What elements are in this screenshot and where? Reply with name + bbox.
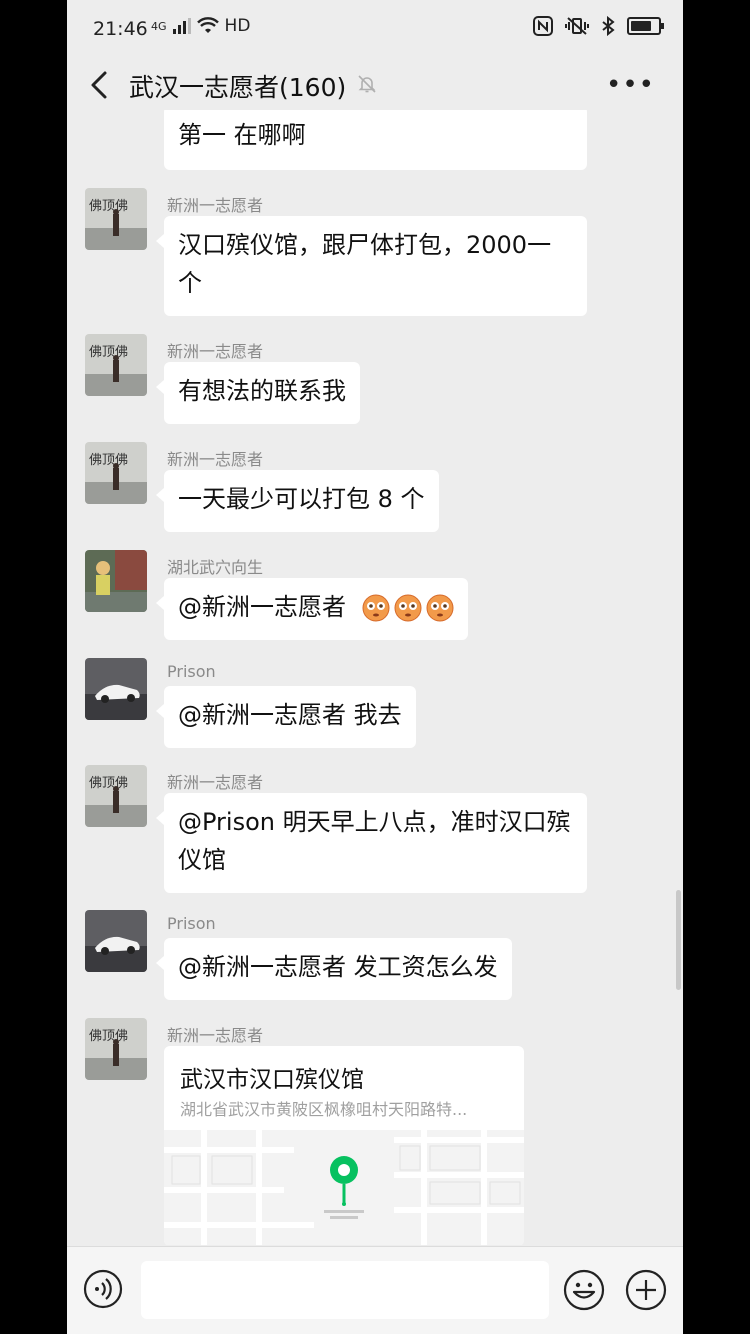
bluetooth-icon — [602, 16, 615, 36]
scrollbar[interactable] — [676, 890, 681, 990]
avatar-image — [85, 658, 147, 720]
mute-bell-icon — [358, 75, 376, 93]
nfc-icon — [533, 16, 553, 36]
message-input[interactable] — [141, 1261, 549, 1319]
status-bar: 21:46 4G HD — [67, 0, 683, 60]
sender-name: 新洲一志愿者 — [167, 342, 264, 361]
flushed-face-icon — [394, 594, 422, 622]
avatar-image: 佛顶佛 — [85, 188, 147, 250]
avatar[interactable]: 佛顶佛 — [85, 442, 147, 504]
message-bubble[interactable]: @Prison 明天早上八点，准时汉口殡仪馆 — [156, 793, 587, 893]
message-text: @新洲一志愿者 — [178, 593, 346, 621]
svg-text:佛顶佛: 佛顶佛 — [89, 776, 128, 791]
message-bubble[interactable]: 有想法的联系我 — [156, 362, 360, 424]
message-text: @新洲一志愿者 发工资怎么发 — [178, 953, 498, 981]
sender-name: 新洲一志愿者 — [167, 450, 264, 469]
hd-label: HD — [224, 16, 251, 36]
sender-name: Prison — [167, 662, 216, 681]
sender-name: 湖北武穴向生 — [167, 558, 264, 577]
back-arrow-icon[interactable] — [85, 68, 115, 102]
message-bubble[interactable]: @新洲一志愿者 发工资怎么发 — [156, 938, 512, 1000]
voice-input-icon[interactable] — [83, 1269, 123, 1309]
status-right-icons — [533, 16, 664, 36]
location-map[interactable] — [164, 1130, 524, 1245]
message-text: 第一 在哪啊 — [178, 121, 306, 149]
svg-text:佛顶佛: 佛顶佛 — [89, 453, 128, 468]
svg-text:佛顶佛: 佛顶佛 — [89, 345, 128, 360]
chat-header: 武汉一志愿者(160) ••• — [67, 60, 683, 110]
avatar-image: 佛顶佛 — [85, 765, 147, 827]
avatar[interactable]: 佛顶佛 — [85, 334, 147, 396]
location-title: 武汉市汉口殡仪馆 — [180, 1067, 364, 1093]
message-list: 第一 在哪啊 佛顶佛 新洲一志愿者 汉口殡仪馆，跟尸体打包，2000一个 佛顶佛… — [67, 110, 683, 1245]
message-text: 有想法的联系我 — [178, 377, 346, 405]
location-card[interactable]: 武汉市汉口殡仪馆 湖北省武汉市黄陂区枫橡咀村天阳路特... — [164, 1046, 524, 1245]
flushed-face-icon — [362, 594, 390, 622]
avatar-image — [85, 910, 147, 972]
network-label: 4G — [151, 19, 167, 33]
message-bubble[interactable]: 汉口殡仪馆，跟尸体打包，2000一个 — [156, 216, 587, 316]
emoji-icon[interactable] — [563, 1269, 605, 1311]
sender-name: Prison — [167, 914, 216, 933]
signal-icon — [172, 18, 191, 34]
flushed-face-icon — [426, 594, 454, 622]
message-text: @新洲一志愿者 我去 — [178, 701, 402, 729]
message-text: 汉口殡仪馆，跟尸体打包，2000一个 — [178, 231, 552, 297]
location-address: 湖北省武汉市黄陂区枫橡咀村天阳路特... — [180, 1100, 468, 1119]
emoji-group — [362, 594, 454, 622]
avatar-image: 佛顶佛 — [85, 1018, 147, 1080]
avatar-image: 佛顶佛 — [85, 334, 147, 396]
avatar[interactable] — [85, 910, 147, 972]
avatar-image: 佛顶佛 — [85, 442, 147, 504]
vibrate-icon — [565, 17, 589, 35]
svg-text:佛顶佛: 佛顶佛 — [89, 199, 128, 214]
avatar[interactable]: 佛顶佛 — [85, 765, 147, 827]
message-bubble[interactable]: @新洲一志愿者 — [156, 578, 468, 640]
avatar[interactable]: 佛顶佛 — [85, 1018, 147, 1080]
message-bubble[interactable]: 一天最少可以打包 8 个 — [156, 470, 439, 532]
avatar[interactable] — [85, 550, 147, 612]
sender-name: 新洲一志愿者 — [167, 1026, 264, 1045]
more-options-icon[interactable]: ••• — [606, 70, 655, 100]
chat-title: 武汉一志愿者(160) — [129, 73, 347, 102]
sender-name: 新洲一志愿者 — [167, 196, 264, 215]
message-bubble[interactable]: 第一 在哪啊 — [164, 110, 587, 170]
phone-screen: 21:46 4G HD 武汉一志愿者(160) ••• 第一 在哪啊 佛顶佛 新… — [67, 0, 683, 1334]
svg-text:佛顶佛: 佛顶佛 — [89, 1029, 128, 1044]
message-bubble[interactable]: @新洲一志愿者 我去 — [156, 686, 416, 748]
plus-icon[interactable] — [625, 1269, 667, 1311]
avatar[interactable] — [85, 658, 147, 720]
message-text: @Prison 明天早上八点，准时汉口殡仪馆 — [178, 808, 571, 874]
status-left-icons: 4G HD — [151, 16, 250, 36]
input-bar — [67, 1246, 683, 1334]
status-time: 21:46 — [93, 18, 148, 40]
wifi-icon — [196, 17, 219, 33]
sender-name: 新洲一志愿者 — [167, 773, 264, 792]
message-text: 一天最少可以打包 8 个 — [178, 485, 425, 513]
battery-icon — [627, 17, 664, 35]
avatar[interactable]: 佛顶佛 — [85, 188, 147, 250]
avatar-image — [85, 550, 147, 612]
map-thumbnail — [164, 1130, 524, 1245]
